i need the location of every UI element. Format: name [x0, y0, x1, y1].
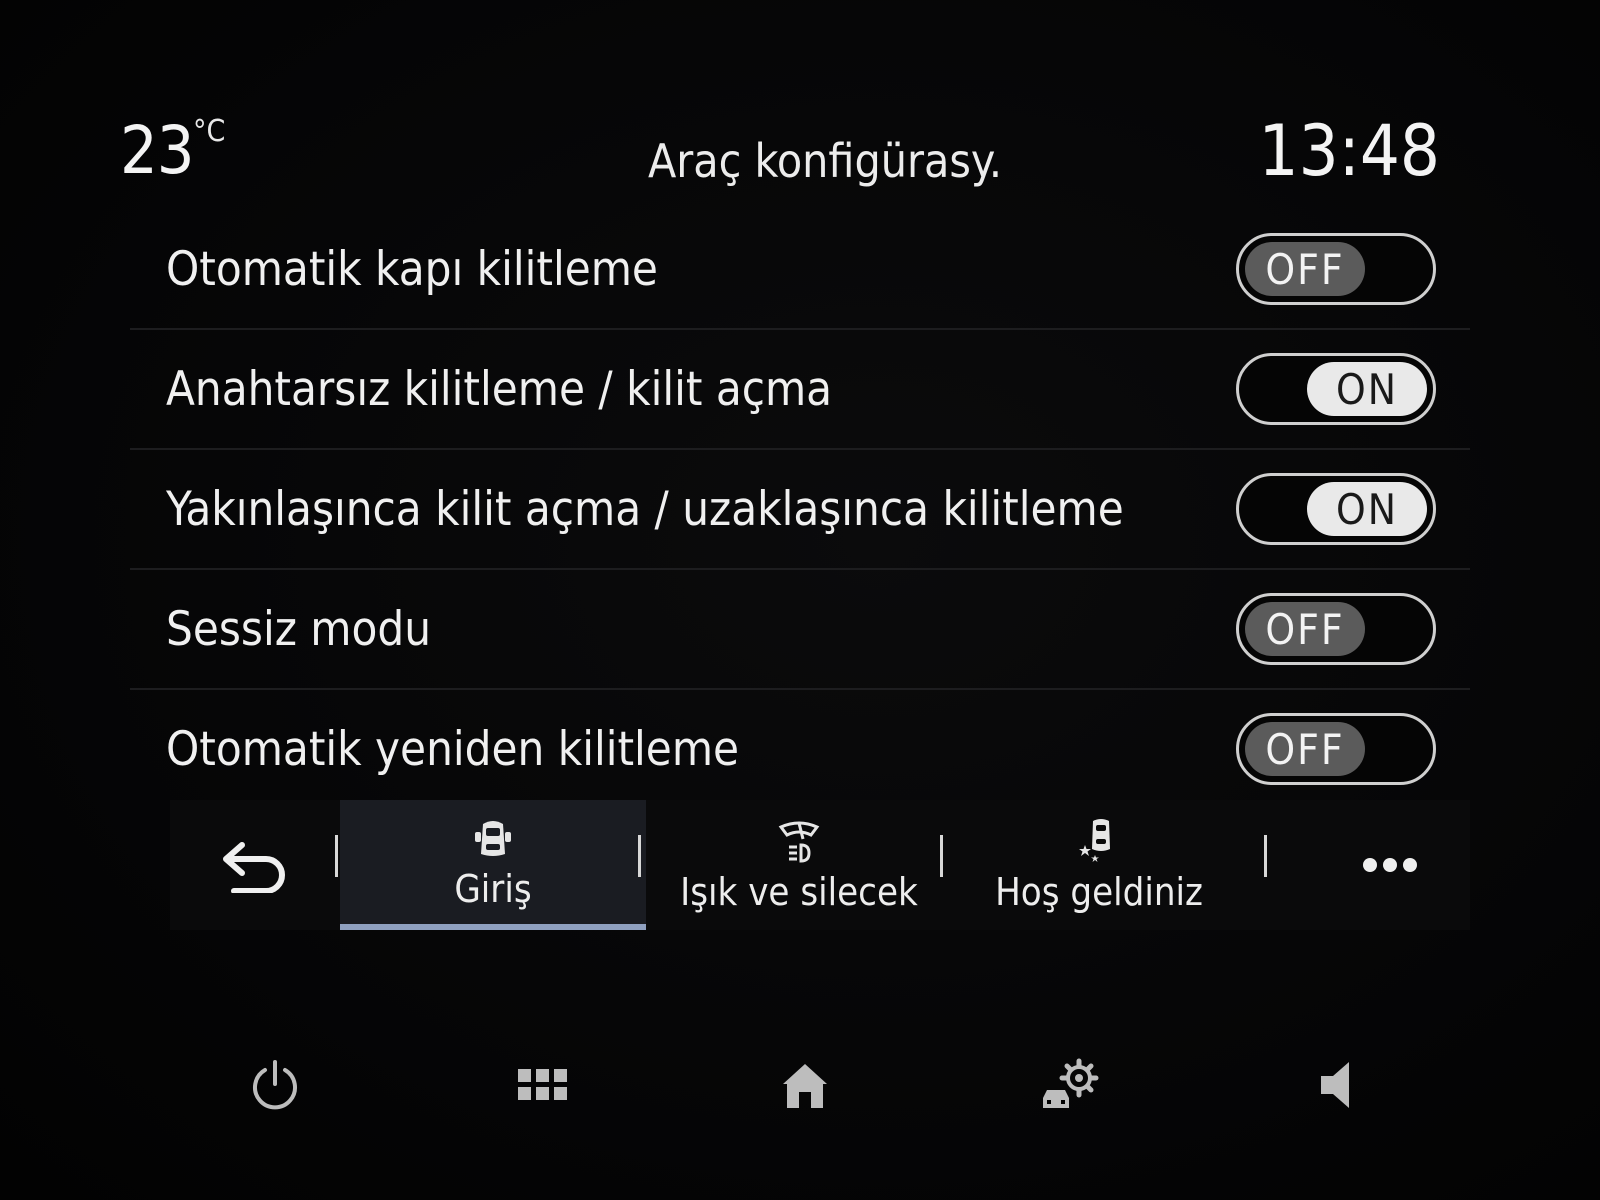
car-door-icon	[471, 813, 515, 863]
home-button[interactable]	[750, 1030, 860, 1140]
more-dots-icon	[1363, 858, 1417, 872]
infotainment-screen: 23 °C Araç konfigürasy. 13:48 Otomatik k…	[0, 0, 1600, 1200]
setting-row-silent-mode[interactable]: Sessiz modu OFF	[130, 570, 1470, 690]
setting-row-auto-relock[interactable]: Otomatik yeniden kilitleme OFF	[130, 690, 1470, 808]
setting-row-proximity-lock[interactable]: Yakınlaşınca kilit açma / uzaklaşınca ki…	[130, 450, 1470, 570]
setting-row-keyless-lock[interactable]: Anahtarsız kilitleme / kilit açma ON	[130, 330, 1470, 450]
volume-button[interactable]	[1282, 1030, 1392, 1140]
keyless-lock-toggle[interactable]: ON	[1236, 353, 1436, 425]
setting-row-auto-door-lock[interactable]: Otomatik kapı kilitleme OFF	[130, 210, 1470, 330]
outside-temperature: 23	[120, 112, 195, 189]
setting-label: Yakınlaşınca kilit açma / uzaklaşınca ki…	[166, 481, 1124, 537]
tab-separator	[940, 835, 943, 877]
tab-separator	[638, 835, 641, 877]
tab-welcome[interactable]: Hoş geldiniz	[946, 800, 1252, 930]
toggle-knob: OFF	[1245, 242, 1365, 296]
vehicle-settings-button[interactable]	[1016, 1030, 1126, 1140]
toggle-knob: OFF	[1245, 722, 1365, 776]
power-button[interactable]	[220, 1030, 330, 1140]
volume-icon	[1321, 1062, 1349, 1108]
setting-label: Sessiz modu	[166, 601, 432, 657]
power-icon	[253, 1060, 297, 1110]
bottom-nav	[0, 1030, 1600, 1140]
temperature-unit: °C	[193, 114, 226, 149]
tab-separator	[1264, 835, 1267, 877]
toggle-knob: ON	[1307, 362, 1427, 416]
toggle-knob: OFF	[1245, 602, 1365, 656]
silent-mode-toggle[interactable]: OFF	[1236, 593, 1436, 665]
auto-door-lock-toggle[interactable]: OFF	[1236, 233, 1436, 305]
welcome-icon	[1075, 816, 1123, 866]
clock: 13:48	[1258, 110, 1440, 192]
back-button[interactable]	[170, 800, 340, 930]
toggle-knob: ON	[1307, 482, 1427, 536]
settings-list: Otomatik kapı kilitleme OFF Anahtarsız k…	[130, 210, 1470, 808]
light-wiper-icon	[775, 816, 823, 866]
setting-label: Otomatik kapı kilitleme	[166, 241, 658, 297]
setting-label: Anahtarsız kilitleme / kilit açma	[166, 361, 833, 417]
tab-light-wiper[interactable]: Işık ve silecek	[646, 800, 952, 930]
car-settings-icon	[1043, 1058, 1099, 1108]
setting-label: Otomatik yeniden kilitleme	[166, 721, 740, 777]
more-button[interactable]	[1310, 800, 1470, 930]
proximity-lock-toggle[interactable]: ON	[1236, 473, 1436, 545]
tab-label: Hoş geldiniz	[995, 870, 1203, 914]
apps-button[interactable]	[488, 1030, 598, 1140]
tab-label: Giriş	[454, 867, 532, 911]
auto-relock-toggle[interactable]: OFF	[1236, 713, 1436, 785]
apps-grid-icon	[518, 1069, 567, 1100]
tab-bar: Giriş Işık ve silecek Hoş geldiniz	[170, 800, 1470, 930]
back-arrow-icon	[223, 842, 285, 893]
home-icon	[783, 1064, 827, 1108]
tab-separator	[335, 835, 338, 877]
tab-label: Işık ve silecek	[680, 870, 918, 914]
page-title: Araç konfigürasy.	[647, 134, 1002, 188]
tab-giris[interactable]: Giriş	[340, 800, 646, 930]
